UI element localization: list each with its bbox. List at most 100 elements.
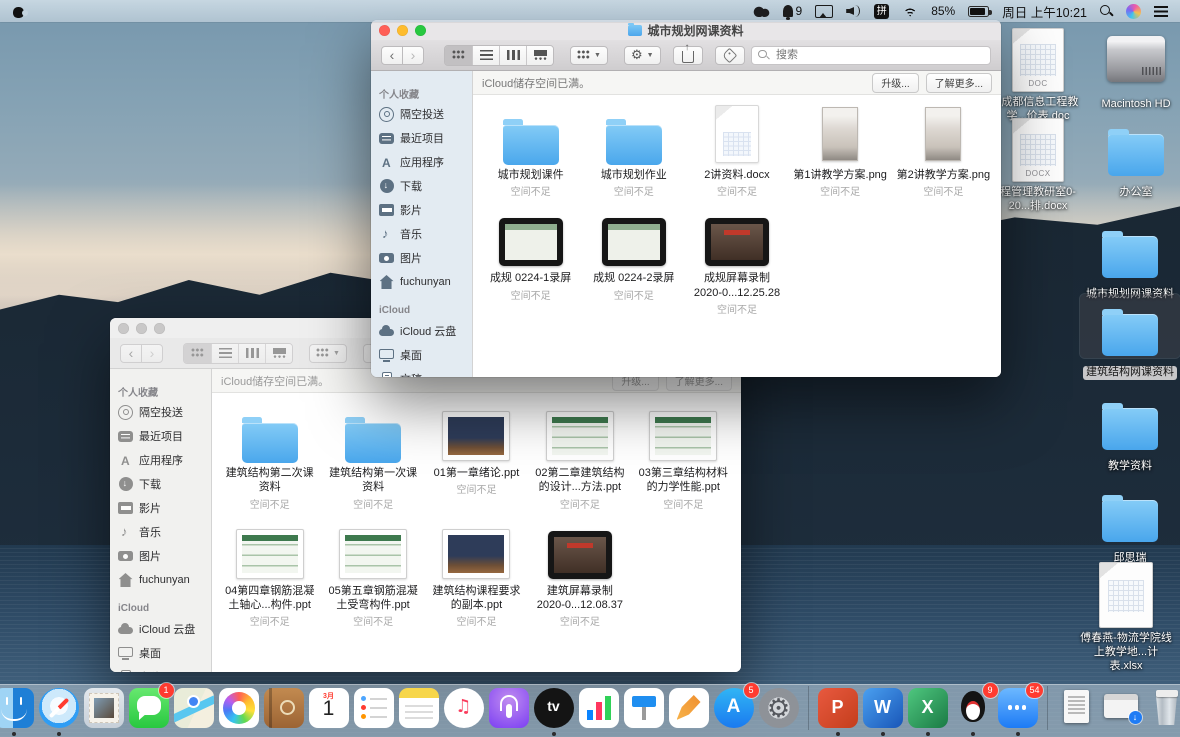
forward-button[interactable]: ›	[402, 46, 424, 65]
file-item[interactable]: 成规屏幕录制 2020-0...12.25.28 空间不足	[685, 206, 788, 316]
file-item[interactable]: 第2讲教学方案.png 空间不足	[892, 103, 995, 198]
input-method-indicator[interactable]: 拼	[874, 4, 889, 19]
desktop-icon-qiusirui-folder[interactable]: 邱思瑞	[1080, 480, 1180, 566]
file-item[interactable]: 03第三章结构材料的力学性能.ppt 空间不足	[632, 401, 735, 511]
word-dock-icon[interactable]	[863, 688, 903, 728]
excel-dock-icon[interactable]	[908, 688, 948, 728]
apple-menu-icon[interactable]	[12, 4, 25, 19]
messages-dock-icon[interactable]: 1	[129, 688, 169, 728]
forward-button[interactable]: ›	[141, 344, 163, 363]
keynote-dock-icon[interactable]	[624, 688, 664, 728]
icon-view-button[interactable]	[184, 344, 211, 363]
dockdoc-dock-icon[interactable]	[1057, 688, 1097, 728]
desktop-icon-teaching-folder[interactable]: 教学资料	[1080, 388, 1180, 474]
menu-clock[interactable]: 周日 上午10:21	[1002, 2, 1087, 21]
sidebar-item-airdrop[interactable]: 隔空投送	[118, 400, 211, 424]
notification-center-icon[interactable]	[1154, 6, 1168, 17]
reminders-dock-icon[interactable]	[354, 688, 394, 728]
appletv-dock-icon[interactable]	[534, 688, 574, 728]
back-button[interactable]: ‹	[120, 344, 142, 363]
contacts-dock-icon[interactable]	[264, 688, 304, 728]
maps-dock-icon[interactable]	[174, 688, 214, 728]
siri-icon[interactable]	[1126, 4, 1141, 19]
appstore-dock-icon[interactable]: 5	[714, 688, 754, 728]
close-button[interactable]	[379, 25, 390, 36]
minimize-button[interactable]	[136, 323, 147, 334]
sidebar-item-desktop[interactable]: 桌面	[379, 343, 472, 367]
settings-dock-icon[interactable]	[759, 688, 799, 728]
group-by-button[interactable]: ▼	[570, 46, 608, 65]
calendar-dock-icon[interactable]	[309, 688, 349, 728]
numbers-dock-icon[interactable]	[579, 688, 619, 728]
file-item[interactable]: 第1讲教学方案.png 空间不足	[789, 103, 892, 198]
battery-icon[interactable]	[968, 6, 989, 17]
sidebar-item-icloud[interactable]: iCloud 云盘	[118, 617, 211, 641]
sidebar-item-movies[interactable]: 影片	[118, 496, 211, 520]
file-item[interactable]: 成规 0224-2录屏 空间不足	[582, 206, 685, 316]
sidebar-item-airdrop[interactable]: 隔空投送	[379, 102, 472, 126]
qq-dock-icon[interactable]: 9	[953, 688, 993, 728]
icon-view-button[interactable]	[445, 46, 472, 65]
window-title-bar[interactable]: 城市规划网课资料	[371, 20, 1001, 40]
list-view-button[interactable]	[211, 344, 238, 363]
sidebar-item-documents[interactable]: 文稿	[379, 367, 472, 377]
zoom-button[interactable]	[154, 323, 165, 334]
dockwin-dock-icon[interactable]	[1102, 688, 1142, 728]
sidebar-item-home[interactable]: fuchunyan	[118, 568, 211, 592]
sidebar-item-photos-sb[interactable]: 图片	[379, 246, 472, 270]
sidebar-item-music-sb[interactable]: 音乐	[118, 520, 211, 544]
zoom-button[interactable]	[415, 25, 426, 36]
file-item[interactable]: 成规 0224-1录屏 空间不足	[479, 206, 582, 316]
file-item[interactable]: 02第二章建筑结构的设计...方法.ppt 空间不足	[528, 401, 631, 511]
mail-dock-icon[interactable]	[84, 688, 124, 728]
desktop-icon-macintosh-hd[interactable]: Macintosh HD	[1086, 26, 1180, 112]
desktop-icon-doc-file[interactable]: DOC -成都信息工程教学...价表.doc	[988, 28, 1088, 124]
desktop-icon-architecture-folder-selected[interactable]: 建筑结构网课资料	[1080, 294, 1180, 380]
file-item[interactable]: 城市规划作业 空间不足	[582, 103, 685, 198]
list-view-button[interactable]	[472, 46, 499, 65]
spotlight-search-icon[interactable]	[1100, 5, 1113, 18]
screen-mirroring-icon[interactable]	[815, 5, 833, 18]
search-field[interactable]	[751, 46, 991, 65]
sidebar-item-documents[interactable]: 文稿	[118, 665, 211, 672]
file-item[interactable]: 建筑结构第二次课资料 空间不足	[218, 401, 321, 511]
icloud-status-icon[interactable]	[753, 6, 770, 17]
minimize-button[interactable]	[397, 25, 408, 36]
wifi-icon[interactable]	[902, 6, 918, 17]
file-item[interactable]: 2讲资料.docx 空间不足	[685, 103, 788, 198]
photos-dock-icon[interactable]	[219, 688, 259, 728]
volume-icon[interactable]	[846, 5, 861, 17]
desktop-icon-docx-file[interactable]: DOCX 程管理教研室0-20...排.docx	[988, 118, 1088, 214]
column-view-button[interactable]	[238, 344, 265, 363]
column-view-button[interactable]	[499, 46, 526, 65]
safari-dock-icon[interactable]	[39, 688, 79, 728]
sidebar-item-home[interactable]: fuchunyan	[379, 270, 472, 294]
trash-dock-icon[interactable]	[1147, 688, 1180, 728]
pages-dock-icon[interactable]	[669, 688, 709, 728]
close-button[interactable]	[118, 323, 129, 334]
file-item[interactable]: 建筑结构课程要求的副本.ppt 空间不足	[425, 519, 528, 629]
notes-dock-icon[interactable]	[399, 688, 439, 728]
sidebar-item-recents[interactable]: 最近项目	[379, 126, 472, 150]
sidebar-item-music-sb[interactable]: 音乐	[379, 222, 472, 246]
sidebar-item-apps[interactable]: 应用程序	[379, 150, 472, 174]
file-item[interactable]: 05第五章钢筋混凝土受弯构件.ppt 空间不足	[321, 519, 424, 629]
finder-dock-icon[interactable]	[0, 688, 34, 728]
sidebar-item-apps[interactable]: 应用程序	[118, 448, 211, 472]
music-dock-icon[interactable]	[444, 688, 484, 728]
tag-button[interactable]	[715, 46, 745, 65]
powerpoint-dock-icon[interactable]	[818, 688, 858, 728]
sidebar-item-recents[interactable]: 最近项目	[118, 424, 211, 448]
sidebar-item-download[interactable]: 下载	[379, 174, 472, 198]
action-menu-button[interactable]: ⚙▼	[624, 46, 661, 65]
upgrade-button[interactable]: 升级...	[872, 73, 918, 93]
file-item[interactable]: 01第一章绪论.ppt 空间不足	[425, 401, 528, 511]
notification-count-item[interactable]: 9	[783, 4, 803, 18]
sidebar-item-icloud[interactable]: iCloud 云盘	[379, 319, 472, 343]
sidebar-item-download[interactable]: 下载	[118, 472, 211, 496]
desktop-icon-xlsx-file[interactable]: 傅春燕-物流学院线上教学地...计表.xlsx	[1076, 564, 1176, 674]
sidebar-item-desktop[interactable]: 桌面	[118, 641, 211, 665]
sidebar-item-photos-sb[interactable]: 图片	[118, 544, 211, 568]
back-button[interactable]: ‹	[381, 46, 403, 65]
file-item[interactable]: 建筑屏幕录制 2020-0...12.08.37 空间不足	[528, 519, 631, 629]
